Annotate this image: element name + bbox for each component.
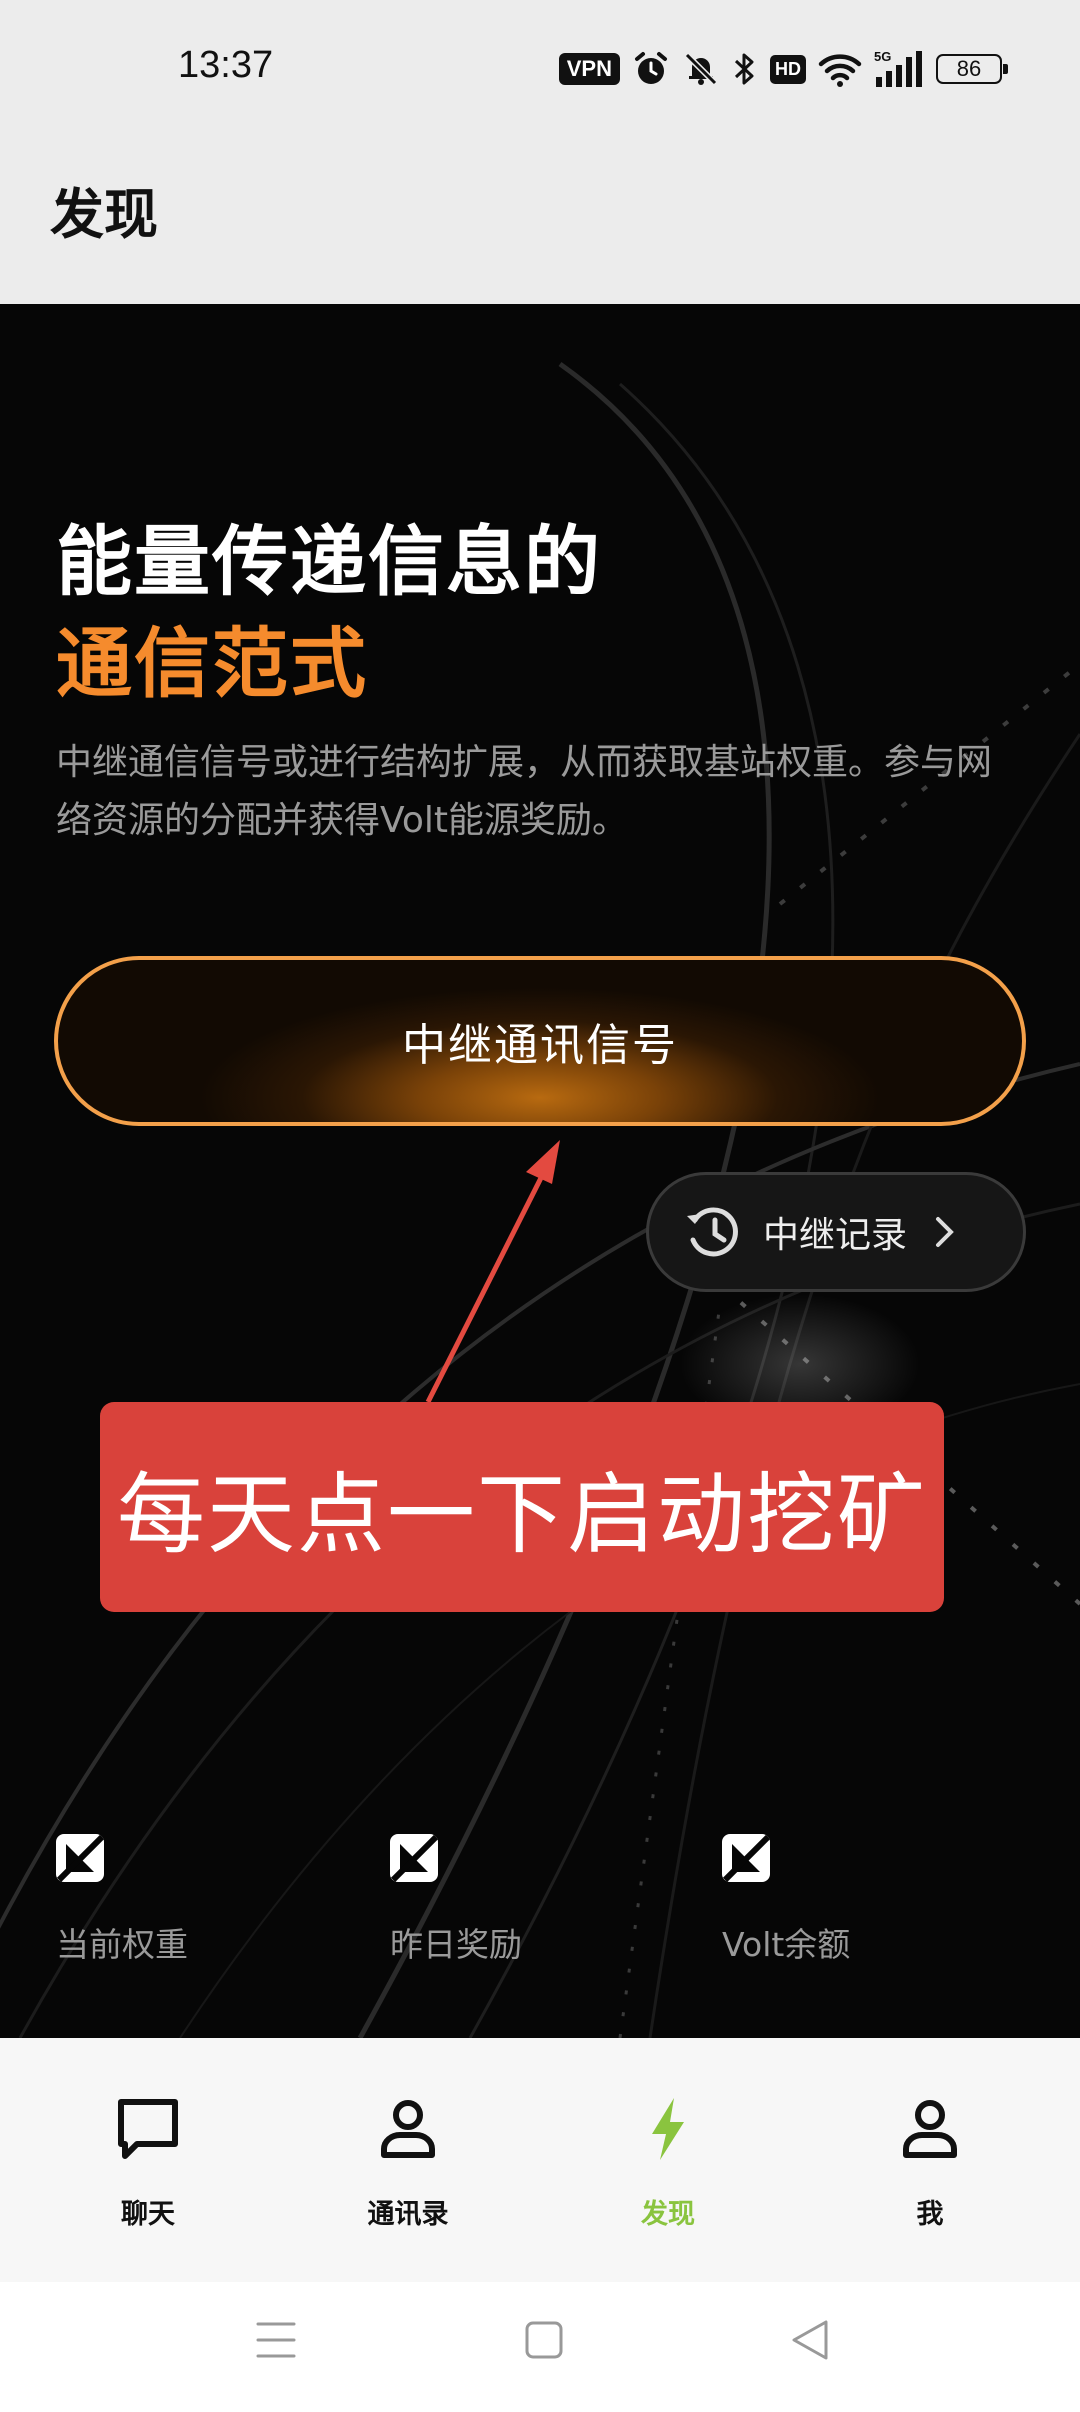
- nav-label: 聊天: [121, 2199, 175, 2230]
- chevron-right-icon: [936, 1217, 954, 1247]
- stat-label: Volt余额: [722, 1925, 851, 1964]
- vpn-icon: VPN: [558, 53, 620, 85]
- hero-description: 中继通信信号或进行结构扩展，从而获取基站权重。参与网络资源的分配并获得Volt能…: [56, 742, 993, 841]
- lightning-icon: [652, 2098, 684, 2160]
- bottom-navigation: 聊天 通讯录 发现 我: [0, 2038, 1080, 2282]
- home-icon[interactable]: [524, 2318, 564, 2362]
- signal-icon: 5G: [874, 49, 922, 87]
- wifi-icon: [818, 54, 862, 87]
- stat-volt-balance: Volt余额: [722, 1834, 850, 1966]
- mute-icon: [684, 52, 718, 86]
- history-icon: [687, 1207, 738, 1257]
- annotation-banner: 每天点一下启动挖矿: [100, 1402, 944, 1612]
- relay-signal-button[interactable]: 中继通讯信号: [54, 956, 1026, 1126]
- battery-level: 86: [956, 56, 982, 81]
- image-placeholder-icon: [390, 1834, 438, 1882]
- app-header: 发现: [0, 140, 1080, 304]
- menu-icon[interactable]: [256, 2318, 296, 2362]
- contacts-icon: [381, 2100, 435, 2158]
- battery-icon: 86: [936, 54, 1008, 84]
- stat-label: 昨日奖励: [390, 1925, 522, 1964]
- hero-title-accent: 通信范式: [56, 619, 368, 708]
- back-icon[interactable]: [790, 2318, 830, 2362]
- nav-item-contacts[interactable]: 通讯录: [308, 2038, 508, 2282]
- profile-icon: [903, 2100, 957, 2158]
- nav-label: 通讯录: [367, 2199, 449, 2230]
- alarm-icon: [635, 52, 667, 84]
- status-time: 13:37: [178, 44, 274, 86]
- page-title: 发现: [50, 183, 158, 246]
- hero-section: 能量传递信息的 通信范式 中继通信信号或进行结构扩展，从而获取基站权重。参与网络…: [0, 304, 1080, 2038]
- nav-label: 我: [916, 2199, 944, 2230]
- nav-item-me[interactable]: 我: [830, 2038, 1030, 2282]
- relay-record-label: 中继记录: [763, 1215, 908, 1256]
- status-icons: VPN HD 5G 86: [558, 46, 1008, 92]
- relay-record-button[interactable]: 中继记录: [646, 1172, 1026, 1292]
- stat-label: 当前权重: [56, 1925, 188, 1964]
- bluetooth-icon: [734, 53, 754, 85]
- relay-signal-label: 中继通讯信号: [402, 1020, 678, 1071]
- network-label: 5G: [874, 49, 891, 64]
- nav-label-active: 发现: [641, 2199, 695, 2230]
- image-placeholder-icon: [722, 1834, 770, 1882]
- annotation-text: 每天点一下启动挖矿: [116, 1462, 927, 1566]
- nav-item-chat[interactable]: 聊天: [48, 2038, 248, 2282]
- image-placeholder-icon: [56, 1834, 104, 1882]
- stat-current-weight: 当前权重: [56, 1834, 188, 1966]
- hd-icon: HD: [770, 54, 806, 84]
- system-navigation-bar: [0, 2282, 1080, 2412]
- nav-item-discover[interactable]: 发现: [568, 2038, 768, 2282]
- status-bar: 13:37 VPN HD 5G 86: [0, 0, 1080, 140]
- chat-icon: [118, 2099, 178, 2159]
- stat-yesterday-reward: 昨日奖励: [390, 1834, 522, 1966]
- hero-title: 能量传递信息的: [56, 517, 602, 606]
